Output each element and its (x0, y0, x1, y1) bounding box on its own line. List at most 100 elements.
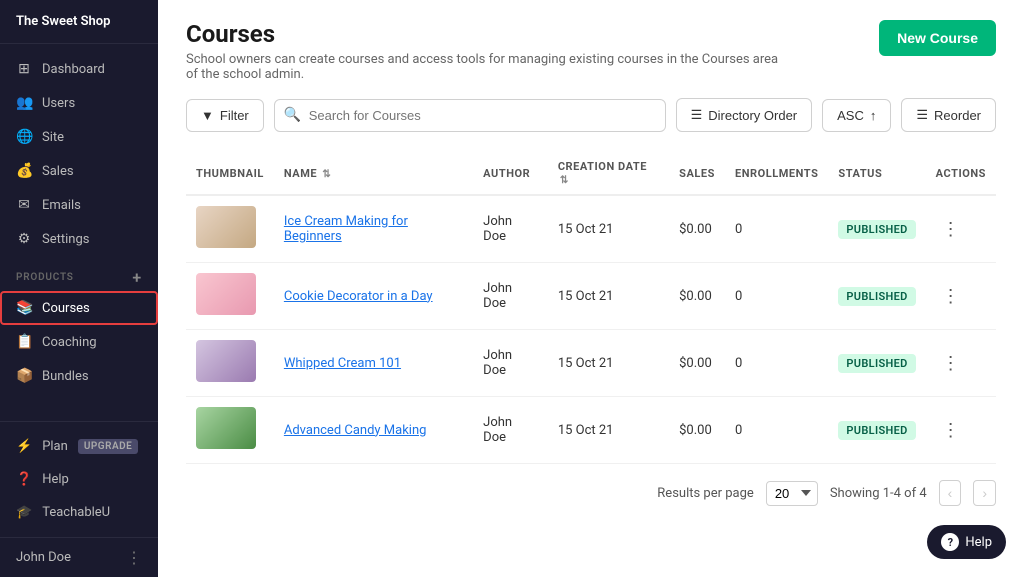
filter-button[interactable]: ▼ Filter (186, 99, 264, 132)
cell-name: Advanced Candy Making (274, 397, 473, 464)
sidebar-item-dashboard[interactable]: ⊞ Dashboard (0, 52, 158, 86)
dir-order-icon: ☰ (691, 107, 703, 123)
cell-sales: $0.00 (669, 263, 725, 330)
filter-label: Filter (220, 108, 249, 123)
table-row: Cookie Decorator in a Day John Doe 15 Oc… (186, 263, 996, 330)
reorder-icon: ☰ (916, 107, 928, 123)
teachableu-label: TeachableU (42, 505, 110, 520)
sidebar-label-dashboard: Dashboard (42, 62, 105, 77)
col-actions: ACTIONS (926, 152, 996, 195)
users-icon: 👥 (16, 95, 32, 111)
sidebar-label-courses: Courses (42, 301, 90, 316)
new-course-button[interactable]: New Course (879, 20, 996, 56)
course-thumbnail (196, 340, 256, 382)
brand-title: The Sweet Shop (0, 0, 158, 44)
cell-actions: ⋮ (926, 397, 996, 464)
table-body: Ice Cream Making for Beginners John Doe … (186, 195, 996, 464)
cell-enrollments: 0 (725, 195, 828, 263)
products-section-label: PRODUCTS + (0, 256, 158, 291)
per-page-select[interactable]: 20 50 100 (766, 481, 818, 506)
course-name-link[interactable]: Advanced Candy Making (284, 423, 427, 438)
row-actions-button[interactable]: ⋮ (936, 217, 966, 242)
cell-creation-date: 15 Oct 21 (548, 397, 669, 464)
help-label: Help (42, 472, 69, 487)
directory-order-button[interactable]: ☰ Directory Order (676, 98, 813, 132)
cell-status: PUBLISHED (828, 330, 925, 397)
reorder-button[interactable]: ☰ Reorder (901, 98, 996, 132)
teachableu-icon: 🎓 (16, 505, 32, 520)
add-product-icon[interactable]: + (132, 268, 142, 287)
sidebar-item-coaching[interactable]: 📋 Coaching (0, 325, 158, 359)
prev-page-button[interactable]: ‹ (939, 480, 962, 506)
status-badge: PUBLISHED (838, 220, 915, 239)
cell-name: Whipped Cream 101 (274, 330, 473, 397)
cell-creation-date: 15 Oct 21 (548, 263, 669, 330)
sidebar-item-sales[interactable]: 💰 Sales (0, 154, 158, 188)
page-description: School owners can create courses and acc… (186, 52, 786, 82)
sidebar-label-bundles: Bundles (42, 369, 89, 384)
cell-creation-date: 15 Oct 21 (548, 195, 669, 263)
col-name[interactable]: NAME ⇅ (274, 152, 473, 195)
search-wrap: 🔍 (274, 99, 666, 132)
cell-thumbnail (186, 195, 274, 263)
course-name-link[interactable]: Whipped Cream 101 (284, 356, 401, 371)
sales-icon: 💰 (16, 163, 32, 179)
sidebar-item-bundles[interactable]: 📦 Bundles (0, 359, 158, 393)
col-status: STATUS (828, 152, 925, 195)
filter-icon: ▼ (201, 108, 214, 123)
upgrade-badge[interactable]: UPGRADE (78, 439, 138, 454)
cell-author: John Doe (473, 195, 548, 263)
sidebar: The Sweet Shop ⊞ Dashboard 👥 Users 🌐 Sit… (0, 0, 158, 577)
sidebar-label-coaching: Coaching (42, 335, 97, 350)
sidebar-item-courses[interactable]: 📚 Courses (0, 291, 158, 325)
help-widget-icon: ? (941, 533, 959, 551)
cell-author: John Doe (473, 263, 548, 330)
help-widget[interactable]: ? Help (927, 525, 1006, 559)
cell-actions: ⋮ (926, 330, 996, 397)
sidebar-item-settings[interactable]: ⚙ Settings (0, 222, 158, 256)
cell-actions: ⋮ (926, 263, 996, 330)
site-icon: 🌐 (16, 129, 32, 145)
bundles-icon: 📦 (16, 368, 32, 384)
toolbar: ▼ Filter 🔍 ☰ Directory Order ASC ↑ ☰ Reo… (186, 98, 996, 132)
cell-status: PUBLISHED (828, 397, 925, 464)
col-creation-date[interactable]: CREATION DATE ⇅ (548, 152, 669, 195)
status-badge: PUBLISHED (838, 287, 915, 306)
course-thumbnail (196, 206, 256, 248)
courses-table: THUMBNAIL NAME ⇅ AUTHOR CREATION DATE ⇅ … (186, 152, 996, 464)
course-name-link[interactable]: Cookie Decorator in a Day (284, 289, 433, 304)
table-row: Ice Cream Making for Beginners John Doe … (186, 195, 996, 263)
search-input[interactable] (274, 99, 666, 132)
dir-order-label: Directory Order (708, 108, 797, 123)
cell-sales: $0.00 (669, 195, 725, 263)
sidebar-item-plan[interactable]: ⚡ Plan UPGRADE (0, 430, 158, 463)
cell-thumbnail (186, 330, 274, 397)
sidebar-nav: ⊞ Dashboard 👥 Users 🌐 Site 💰 Sales ✉ Ema… (0, 44, 158, 421)
user-name: John Doe (16, 550, 71, 565)
cell-enrollments: 0 (725, 263, 828, 330)
sidebar-item-teachableu[interactable]: 🎓 TeachableU (0, 496, 158, 529)
sidebar-label-users: Users (42, 96, 75, 111)
course-name-link[interactable]: Ice Cream Making for Beginners (284, 214, 408, 244)
user-menu-icon[interactable]: ⋮ (126, 548, 142, 567)
sidebar-item-emails[interactable]: ✉ Emails (0, 188, 158, 222)
sidebar-item-site[interactable]: 🌐 Site (0, 120, 158, 154)
row-actions-button[interactable]: ⋮ (936, 418, 966, 443)
col-thumbnail: THUMBNAIL (186, 152, 274, 195)
asc-label: ASC (837, 108, 864, 123)
main-content-area: Courses School owners can create courses… (158, 0, 1024, 577)
plan-label: Plan (42, 439, 68, 454)
results-per-page-label: Results per page (657, 486, 754, 501)
sidebar-item-users[interactable]: 👥 Users (0, 86, 158, 120)
cell-thumbnail (186, 263, 274, 330)
sidebar-item-help[interactable]: ❓ Help (0, 463, 158, 496)
cell-author: John Doe (473, 330, 548, 397)
page-header: Courses School owners can create courses… (186, 20, 996, 82)
asc-button[interactable]: ASC ↑ (822, 99, 891, 132)
row-actions-button[interactable]: ⋮ (936, 284, 966, 309)
next-page-button[interactable]: › (973, 480, 996, 506)
page-title: Courses (186, 20, 786, 48)
cell-actions: ⋮ (926, 195, 996, 263)
sidebar-label-settings: Settings (42, 232, 89, 247)
row-actions-button[interactable]: ⋮ (936, 351, 966, 376)
